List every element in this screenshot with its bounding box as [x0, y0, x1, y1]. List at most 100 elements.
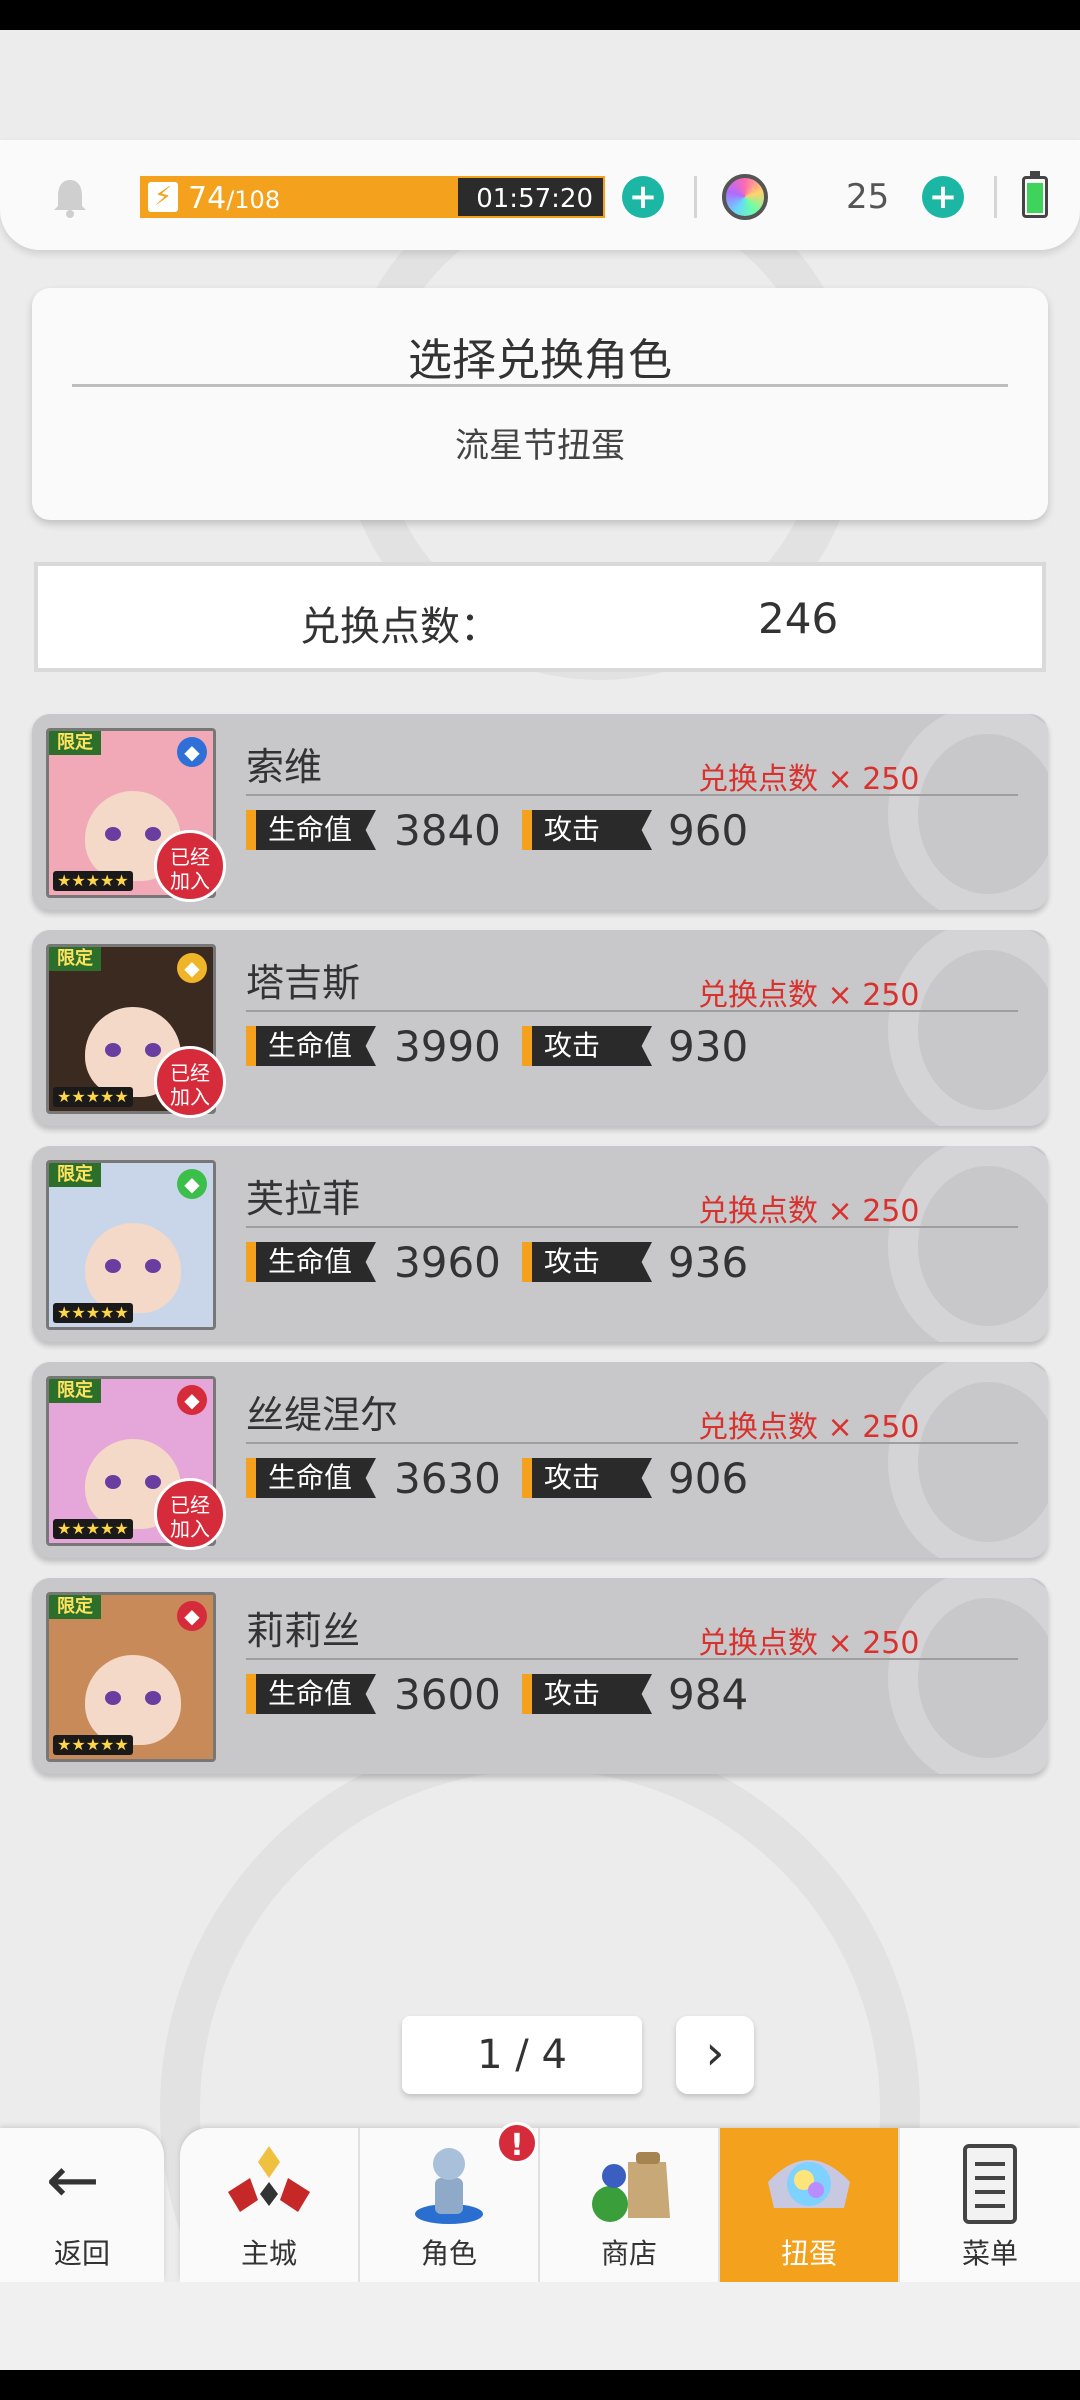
hp-label: 生命值: [246, 1458, 376, 1498]
character-row[interactable]: 限定 ◆ ★★★★★ 已经 加入 索维 兑换点数 × 250 生命值 3840 …: [32, 714, 1048, 910]
hp-label: 生命值: [246, 1242, 376, 1282]
character-portrait: 限定 ◆ ★★★★★: [46, 1592, 216, 1762]
back-button[interactable]: ← 返回: [0, 2128, 164, 2282]
character-portrait: 限定 ◆ ★★★★★: [46, 1160, 216, 1330]
portrait-eye: [145, 1475, 161, 1489]
row-decoration: [888, 1362, 1048, 1558]
bottom-strip: [0, 2282, 1080, 2370]
portrait-eye: [145, 827, 161, 841]
tab-gacha[interactable]: 扭蛋: [720, 2128, 900, 2282]
title-divider: [72, 384, 1008, 387]
character-row[interactable]: 限定 ◆ ★★★★★ 已经 加入 丝缇涅尔 兑换点数 × 250 生命值 363…: [32, 1362, 1048, 1558]
rarity-stars: ★★★★★: [53, 1303, 133, 1323]
rarity-stars: ★★★★★: [53, 1087, 133, 1107]
attack-value: 984: [668, 1670, 749, 1719]
attack-value: 936: [668, 1238, 749, 1287]
attack-value: 930: [668, 1022, 749, 1071]
page-title: 选择兑换角色: [408, 335, 672, 386]
exchange-cost: 兑换点数 × 250: [698, 1194, 920, 1229]
add-stamina-button[interactable]: +: [622, 176, 664, 218]
row-decoration: [888, 1578, 1048, 1774]
shop-icon: [592, 2152, 670, 2222]
portrait-eye: [145, 1691, 161, 1705]
attack-label: 攻击: [522, 1458, 652, 1498]
character-icon: [415, 2148, 483, 2224]
next-page-button[interactable]: ›: [676, 2016, 754, 2094]
tab-label: 菜单: [961, 2237, 1018, 2270]
limited-tag: 限定: [49, 1379, 101, 1403]
exchange-cost: 兑换点数 × 250: [698, 1626, 920, 1661]
portrait-face: [85, 1655, 181, 1745]
system-nav-bar: [0, 2370, 1080, 2400]
character-name: 塔吉斯: [246, 961, 361, 1005]
divider: [994, 176, 997, 218]
resource-bar: ⚡ 74/108 01:57:20 + 25 +: [0, 140, 1080, 250]
bottom-navigation: ← 返回 主城 ! 角色 商店 扭蛋 菜单: [0, 2122, 1080, 2370]
rarity-stars: ★★★★★: [53, 871, 133, 891]
exchange-cost: 兑换点数 × 250: [698, 978, 920, 1013]
battery-icon: [1022, 171, 1048, 218]
row-divider: [246, 1658, 1018, 1660]
character-name: 索维: [246, 745, 323, 789]
portrait-eye: [105, 827, 121, 841]
castle-icon: [228, 2146, 310, 2212]
joined-badge: 已经 加入: [154, 1478, 226, 1550]
arrow-left-icon: ←: [46, 2144, 100, 2218]
bell-icon[interactable]: [50, 176, 90, 218]
portrait-eye: [145, 1043, 161, 1057]
lightning-icon: ◆: [177, 953, 207, 983]
attack-label: 攻击: [522, 1242, 652, 1282]
portrait-eye: [145, 1259, 161, 1273]
row-divider: [246, 1226, 1018, 1228]
rarity-stars: ★★★★★: [53, 1735, 133, 1755]
portrait-face: [85, 1223, 181, 1313]
tab-label: 主城: [240, 2237, 297, 2270]
stamina-bar: ⚡ 74/108 01:57:20: [140, 176, 605, 218]
rarity-stars: ★★★★★: [53, 1519, 133, 1539]
hp-value: 3840: [394, 806, 501, 855]
tab-label: 角色: [420, 2237, 477, 2270]
row-divider: [246, 794, 1018, 796]
limited-tag: 限定: [49, 731, 101, 755]
joined-badge: 已经 加入: [154, 830, 226, 902]
add-gems-button[interactable]: +: [922, 176, 964, 218]
tab-characters[interactable]: ! 角色: [360, 2122, 540, 2282]
joined-badge: 已经 加入: [154, 1046, 226, 1118]
diamond-icon: ◆: [177, 1601, 207, 1631]
character-name: 丝缇涅尔: [246, 1393, 399, 1437]
tab-label: 扭蛋: [780, 2237, 837, 2270]
tab-label: 商店: [600, 2237, 657, 2270]
portrait-eye: [105, 1043, 121, 1057]
lightning-icon: ⚡: [148, 182, 178, 212]
exchange-points-value: 246: [758, 594, 839, 643]
diamond-icon: ◆: [177, 1385, 207, 1415]
leaf-icon: ◆: [177, 1169, 207, 1199]
hp-value: 3990: [394, 1022, 501, 1071]
limited-tag: 限定: [49, 1163, 101, 1187]
row-divider: [246, 1010, 1018, 1012]
row-divider: [246, 1442, 1018, 1444]
limited-tag: 限定: [49, 1595, 101, 1619]
portrait-eye: [105, 1475, 121, 1489]
gem-count: 25: [846, 177, 890, 217]
portrait-eye: [105, 1691, 121, 1705]
title-card: 选择兑换角色 流星节扭蛋: [32, 288, 1048, 520]
tab-main-city[interactable]: 主城: [180, 2128, 360, 2282]
hp-value: 3600: [394, 1670, 501, 1719]
tab-shop[interactable]: 商店: [540, 2128, 720, 2282]
hp-label: 生命值: [246, 1674, 376, 1714]
portrait-eye: [105, 1259, 121, 1273]
gem-icon: [722, 174, 768, 220]
attack-value: 960: [668, 806, 749, 855]
exchange-points-label: 兑换点数：: [300, 604, 500, 650]
exchange-cost: 兑换点数 × 250: [698, 1410, 920, 1445]
character-row[interactable]: 限定 ◆ ★★★★★ 莉莉丝 兑换点数 × 250 生命值 3600 攻击 98…: [32, 1578, 1048, 1774]
page-subtitle: 流星节扭蛋: [455, 426, 625, 466]
attack-value: 906: [668, 1454, 749, 1503]
tab-menu[interactable]: 菜单: [900, 2128, 1080, 2282]
stamina-value: 74/108: [188, 181, 281, 216]
character-row[interactable]: 限定 ◆ ★★★★★ 芙拉菲 兑换点数 × 250 生命值 3960 攻击 93…: [32, 1146, 1048, 1342]
character-row[interactable]: 限定 ◆ ★★★★★ 已经 加入 塔吉斯 兑换点数 × 250 生命值 3990…: [32, 930, 1048, 1126]
limited-tag: 限定: [49, 947, 101, 971]
stamina-timer: 01:57:20: [476, 184, 593, 214]
